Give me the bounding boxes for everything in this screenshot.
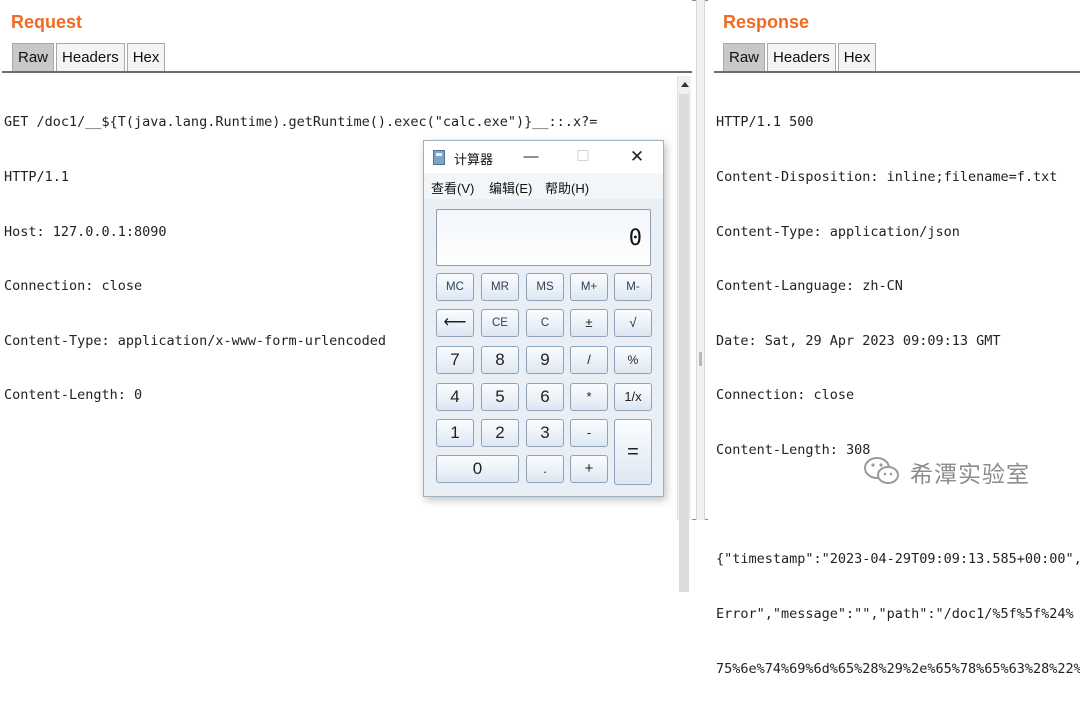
key-6[interactable]: 6	[526, 383, 564, 411]
key-0[interactable]: 0	[436, 455, 519, 483]
scroll-up-arrow-icon[interactable]	[681, 82, 689, 87]
key-plus-minus[interactable]: ±	[570, 309, 608, 337]
response-pane: Response Raw Headers Hex HTTP/1.1 500 Co…	[708, 0, 1080, 677]
key-decimal[interactable]: .	[526, 455, 564, 483]
request-line: GET /doc1/__${T(java.lang.Runtime).getRu…	[4, 114, 598, 131]
response-line: Content-Disposition: inline;filename=f.t…	[716, 169, 1058, 186]
calculator-titlebar[interactable]: 计算器 — ☐ ✕	[424, 141, 663, 173]
key-backspace[interactable]: ⟵	[436, 309, 474, 337]
request-tab-raw[interactable]: Raw	[12, 43, 55, 71]
key-7[interactable]: 7	[436, 346, 474, 374]
key-ce[interactable]: CE	[481, 309, 519, 337]
response-line: Date: Sat, 29 Apr 2023 09:09:13 GMT	[716, 332, 1001, 349]
key-9[interactable]: 9	[526, 346, 564, 374]
key-mr[interactable]: MR	[481, 273, 519, 301]
maximize-button[interactable]: ☐	[569, 145, 597, 169]
menu-help[interactable]: 帮助(H)	[545, 178, 589, 197]
key-2[interactable]: 2	[481, 419, 519, 447]
response-line: Content-Language: zh-CN	[716, 278, 903, 295]
request-tabs: Raw Headers Hex	[12, 43, 167, 71]
key-5[interactable]: 5	[481, 383, 519, 411]
response-tab-hex[interactable]: Hex	[837, 43, 877, 71]
request-tab-headers[interactable]: Headers	[56, 43, 125, 71]
response-viewer[interactable]: HTTP/1.1 500 Content-Disposition: inline…	[716, 77, 1080, 714]
key-4[interactable]: 4	[436, 383, 474, 411]
request-title: Request	[11, 12, 83, 32]
key-ms[interactable]: MS	[526, 273, 564, 301]
key-percent[interactable]: %	[614, 346, 652, 374]
calculator-app-icon	[433, 150, 445, 165]
menu-edit[interactable]: 编辑(E)	[489, 178, 532, 197]
key-reciprocal[interactable]: 1/x	[614, 383, 652, 411]
calculator-window[interactable]: 计算器 — ☐ ✕ 查看(V) 编辑(E) 帮助(H) 0 MC MR MS M…	[423, 140, 664, 497]
watermark-text: 希潭实验室	[910, 461, 1030, 487]
calculator-display: 0	[436, 209, 651, 266]
request-tab-hex[interactable]: Hex	[126, 43, 166, 71]
response-tab-headers[interactable]: Headers	[767, 43, 836, 71]
key-m-plus[interactable]: M+	[570, 273, 608, 301]
key-equals[interactable]: =	[614, 419, 652, 485]
response-line: Content-Type: application/json	[716, 223, 960, 240]
key-m-minus[interactable]: M-	[614, 273, 652, 301]
split-divider[interactable]	[696, 0, 705, 520]
key-minus[interactable]: -	[570, 419, 608, 447]
wechat-icon	[864, 457, 899, 484]
response-line: 75%6e%74%69%6d%65%28%29%2e%65%78%65%63%2…	[716, 660, 1080, 677]
response-line: Error","message":"","path":"/doc1/%5f%5f…	[716, 605, 1074, 622]
response-line: {"timestamp":"2023-04-29T09:09:13.585+00…	[716, 551, 1080, 568]
scroll-thumb[interactable]	[679, 94, 689, 592]
response-line: Connection: close	[716, 387, 855, 404]
response-line: HTTP/1.1 500	[716, 114, 814, 131]
request-tab-underline	[2, 71, 692, 73]
menu-view[interactable]: 查看(V)	[431, 178, 474, 197]
close-button[interactable]: ✕	[623, 145, 651, 169]
key-plus[interactable]: +	[570, 455, 608, 483]
key-8[interactable]: 8	[481, 346, 519, 374]
divider-grip-icon[interactable]	[699, 352, 702, 366]
response-line	[716, 496, 1080, 514]
response-tabs: Raw Headers Hex	[723, 43, 878, 71]
response-tab-underline	[714, 71, 1080, 73]
key-multiply[interactable]: *	[570, 383, 608, 411]
response-title: Response	[723, 12, 810, 32]
display-value: 0	[628, 226, 642, 251]
key-sqrt[interactable]: √	[614, 309, 652, 337]
minimize-button[interactable]: —	[517, 145, 545, 169]
key-1[interactable]: 1	[436, 419, 474, 447]
key-c[interactable]: C	[526, 309, 564, 337]
key-divide[interactable]: /	[570, 346, 608, 374]
key-mc[interactable]: MC	[436, 273, 474, 301]
request-scrollbar[interactable]	[677, 76, 691, 592]
response-tab-raw[interactable]: Raw	[723, 43, 766, 71]
calculator-menubar: 查看(V) 编辑(E) 帮助(H)	[424, 173, 663, 199]
key-3[interactable]: 3	[526, 419, 564, 447]
calculator-title: 计算器	[454, 152, 494, 167]
